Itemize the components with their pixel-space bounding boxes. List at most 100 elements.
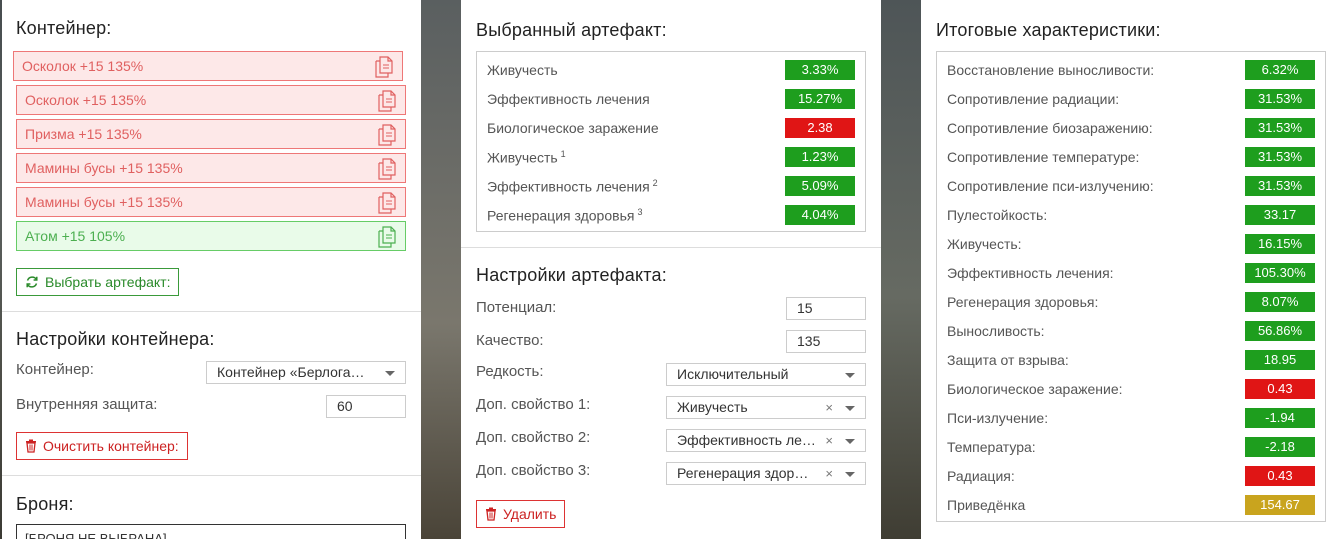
container-item[interactable]: Осколок +15 135% bbox=[16, 85, 406, 115]
delete-artifact-button[interactable]: Удалить bbox=[476, 500, 566, 528]
armor-title: Броня: bbox=[16, 494, 74, 514]
select-artifact-button[interactable]: Выбрать артефакт: bbox=[16, 268, 180, 296]
inner-protection-input[interactable]: 60 bbox=[326, 395, 406, 418]
stat-row: Выносливость: 56.86% bbox=[937, 318, 1325, 347]
selected-artifact-title: Выбранный артефакт: bbox=[476, 20, 667, 40]
stat-row: Живучесть: 16.15% bbox=[937, 231, 1325, 260]
stat-row: Регенерация здоровья 3 4.04% bbox=[477, 202, 865, 231]
container-select-value: Контейнер «Берлога… bbox=[217, 364, 365, 380]
container-settings-title: Настройки контейнера: bbox=[16, 329, 215, 349]
stat-name-text: Температура: bbox=[947, 439, 1036, 455]
stat-name-text: Пси-излучение: bbox=[947, 410, 1049, 426]
stat-name-text: Сопротивление пси-излучению: bbox=[947, 178, 1154, 194]
container-select[interactable]: Контейнер «Берлога… bbox=[206, 361, 406, 384]
divider bbox=[2, 311, 421, 312]
stat-name: Эффективность лечения bbox=[487, 91, 650, 107]
stat-value-badge: 2.38 bbox=[785, 118, 855, 138]
clear-icon[interactable]: × bbox=[825, 397, 833, 418]
container-item[interactable]: Мамины бусы +15 135% bbox=[16, 153, 406, 183]
extra2-select[interactable]: Эффективность ле… × bbox=[666, 429, 866, 452]
container-label: Контейнер: bbox=[16, 361, 94, 378]
copy-icon[interactable] bbox=[377, 124, 397, 146]
stat-name: Биологическое заражение bbox=[487, 120, 659, 136]
stat-name-text: Биологическое заражение: bbox=[947, 381, 1123, 397]
stat-row: Приведёнка 154.67 bbox=[937, 492, 1325, 521]
stat-row: Регенерация здоровья: 8.07% bbox=[937, 289, 1325, 318]
copy-icon[interactable] bbox=[377, 158, 397, 180]
stat-name: Сопротивление радиации: bbox=[947, 91, 1119, 107]
stat-row: Биологическое заражение 2.38 bbox=[477, 115, 865, 144]
stat-row: Пулестойкость: 33.17 bbox=[937, 202, 1325, 231]
stat-name: Выносливость: bbox=[947, 323, 1045, 339]
stat-row: Сопротивление биозаражению: 31.53% bbox=[937, 115, 1325, 144]
stat-value-badge: 16.15% bbox=[1245, 234, 1315, 254]
middle-column: Выбранный артефакт: Живучесть 3.33% Эффект… bbox=[461, 0, 881, 539]
extra1-select[interactable]: Живучесть × bbox=[666, 396, 866, 419]
copy-icon[interactable] bbox=[377, 90, 397, 112]
stat-value-badge: 31.53% bbox=[1245, 176, 1315, 196]
stat-name: Регенерация здоровья: bbox=[947, 294, 1098, 310]
stat-name: Защита от взрыва: bbox=[947, 352, 1069, 368]
extra1-label: Доп. свойство 1: bbox=[476, 396, 591, 413]
trash-icon bbox=[486, 507, 496, 521]
container-item[interactable]: Атом +15 105% bbox=[16, 221, 406, 251]
trash-icon bbox=[26, 439, 36, 453]
clear-icon[interactable]: × bbox=[825, 430, 833, 451]
quality-input[interactable]: 135 bbox=[786, 330, 866, 353]
stat-value-badge: 33.17 bbox=[1245, 205, 1315, 225]
stat-value-badge: 31.53% bbox=[1245, 118, 1315, 138]
stat-value-badge: 15.27% bbox=[785, 89, 855, 109]
stat-name-text: Эффективность лечения: bbox=[947, 265, 1114, 281]
stat-name: Пси-излучение: bbox=[947, 410, 1048, 426]
stat-value-badge: 5.09% bbox=[785, 176, 855, 196]
stat-name-text: Биологическое заражение bbox=[487, 120, 659, 136]
stat-name-text: Пулестойкость: bbox=[947, 207, 1048, 223]
container-item[interactable]: Осколок +15 135% bbox=[13, 51, 403, 81]
stat-name: Регенерация здоровья 3 bbox=[487, 207, 642, 224]
stat-row: Сопротивление температуре: 31.53% bbox=[937, 144, 1325, 173]
extra3-select[interactable]: Регенерация здор… × bbox=[666, 462, 866, 485]
stat-name-text: Радиация: bbox=[947, 468, 1015, 484]
stat-name-text: Выносливость: bbox=[947, 323, 1045, 339]
container-item-label: Мамины бусы +15 135% bbox=[25, 160, 183, 176]
stat-name: Эффективность лечения 2 bbox=[487, 178, 658, 195]
stat-name-text: Эффективность лечения bbox=[487, 91, 650, 107]
stat-row: Живучесть 3.33% bbox=[477, 57, 865, 86]
stat-name: Живучесть 1 bbox=[487, 149, 566, 166]
stat-row: Сопротивление пси-излучению: 31.53% bbox=[937, 173, 1325, 202]
armor-select[interactable]: [БРОНЯ НЕ ВЫБРАНА] bbox=[16, 524, 406, 539]
container-item[interactable]: Призма +15 135% bbox=[16, 119, 406, 149]
stat-value-badge: 31.53% bbox=[1245, 147, 1315, 167]
clear-icon[interactable]: × bbox=[825, 463, 833, 484]
stat-name: Восстановление выносливости: bbox=[947, 62, 1154, 78]
stat-name-text: Приведёнка bbox=[947, 497, 1026, 513]
extra2-label: Доп. свойство 2: bbox=[476, 429, 591, 446]
container-title: Контейнер: bbox=[16, 18, 112, 38]
quality-label: Качество: bbox=[476, 332, 544, 349]
stat-row: Эффективность лечения: 105.30% bbox=[937, 260, 1325, 289]
potential-input[interactable]: 15 bbox=[786, 297, 866, 320]
stat-row: Радиация: 0.43 bbox=[937, 463, 1325, 492]
stat-name-text: Сопротивление температуре: bbox=[947, 149, 1140, 165]
extra3-label: Доп. свойство 3: bbox=[476, 462, 591, 479]
rarity-select[interactable]: Исключительный bbox=[666, 363, 866, 386]
rarity-label: Редкость: bbox=[476, 363, 544, 380]
copy-icon[interactable] bbox=[377, 192, 397, 214]
total-stats-list: Восстановление выносливости: 6.32% Сопроти… bbox=[936, 51, 1326, 522]
copy-icon[interactable] bbox=[377, 226, 397, 248]
stat-footnote: 2 bbox=[652, 178, 658, 188]
stat-value-badge: 4.04% bbox=[785, 205, 855, 225]
stat-value-badge: 105.30% bbox=[1245, 263, 1315, 283]
stat-name-text: Защита от взрыва: bbox=[947, 352, 1069, 368]
stat-name: Пулестойкость: bbox=[947, 207, 1047, 223]
stat-row: Живучесть 1 1.23% bbox=[477, 144, 865, 173]
refresh-icon bbox=[26, 276, 38, 288]
stat-row: Сопротивление радиации: 31.53% bbox=[937, 86, 1325, 115]
stat-name-text: Эффективность лечения bbox=[487, 178, 650, 195]
clear-container-button[interactable]: Очистить контейнер: bbox=[16, 432, 188, 460]
background-photo bbox=[421, 0, 461, 539]
stat-name-text: Регенерация здоровья bbox=[487, 207, 635, 224]
copy-icon[interactable] bbox=[374, 56, 394, 78]
stat-value-badge: 1.23% bbox=[785, 147, 855, 167]
container-item[interactable]: Мамины бусы +15 135% bbox=[16, 187, 406, 217]
